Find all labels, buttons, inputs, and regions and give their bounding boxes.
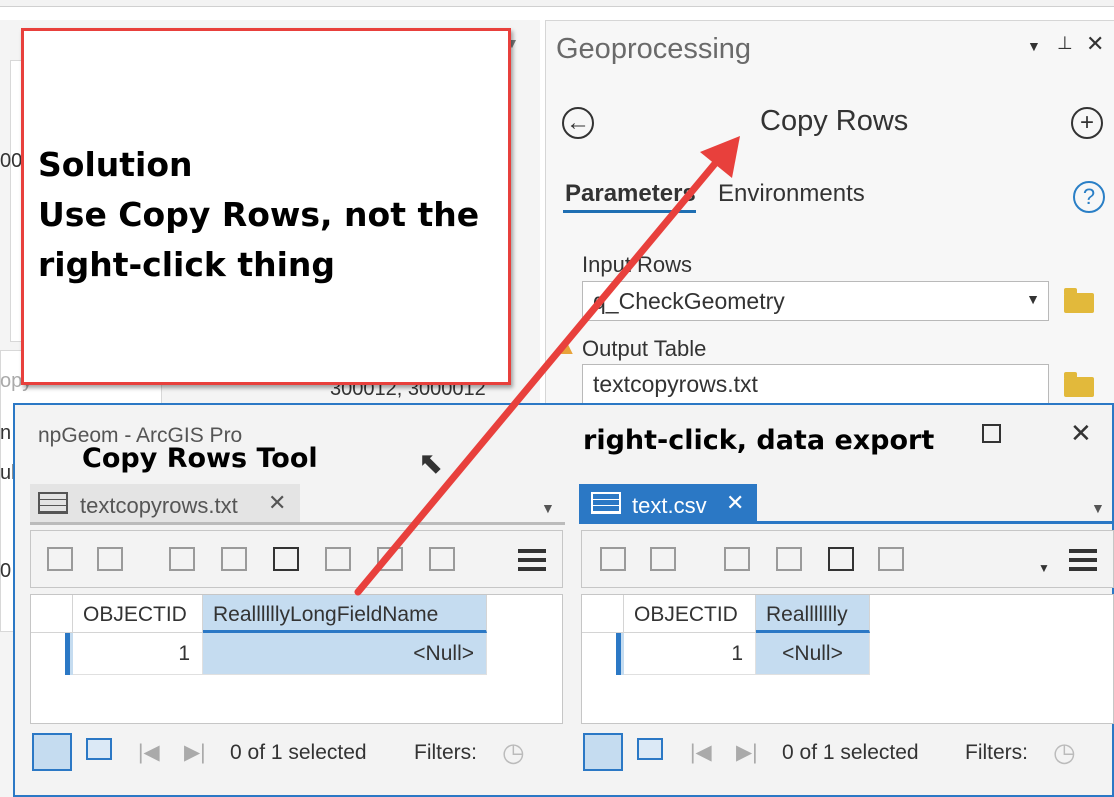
annotation-arrow (354, 136, 740, 596)
arrow-shaft (354, 156, 722, 596)
